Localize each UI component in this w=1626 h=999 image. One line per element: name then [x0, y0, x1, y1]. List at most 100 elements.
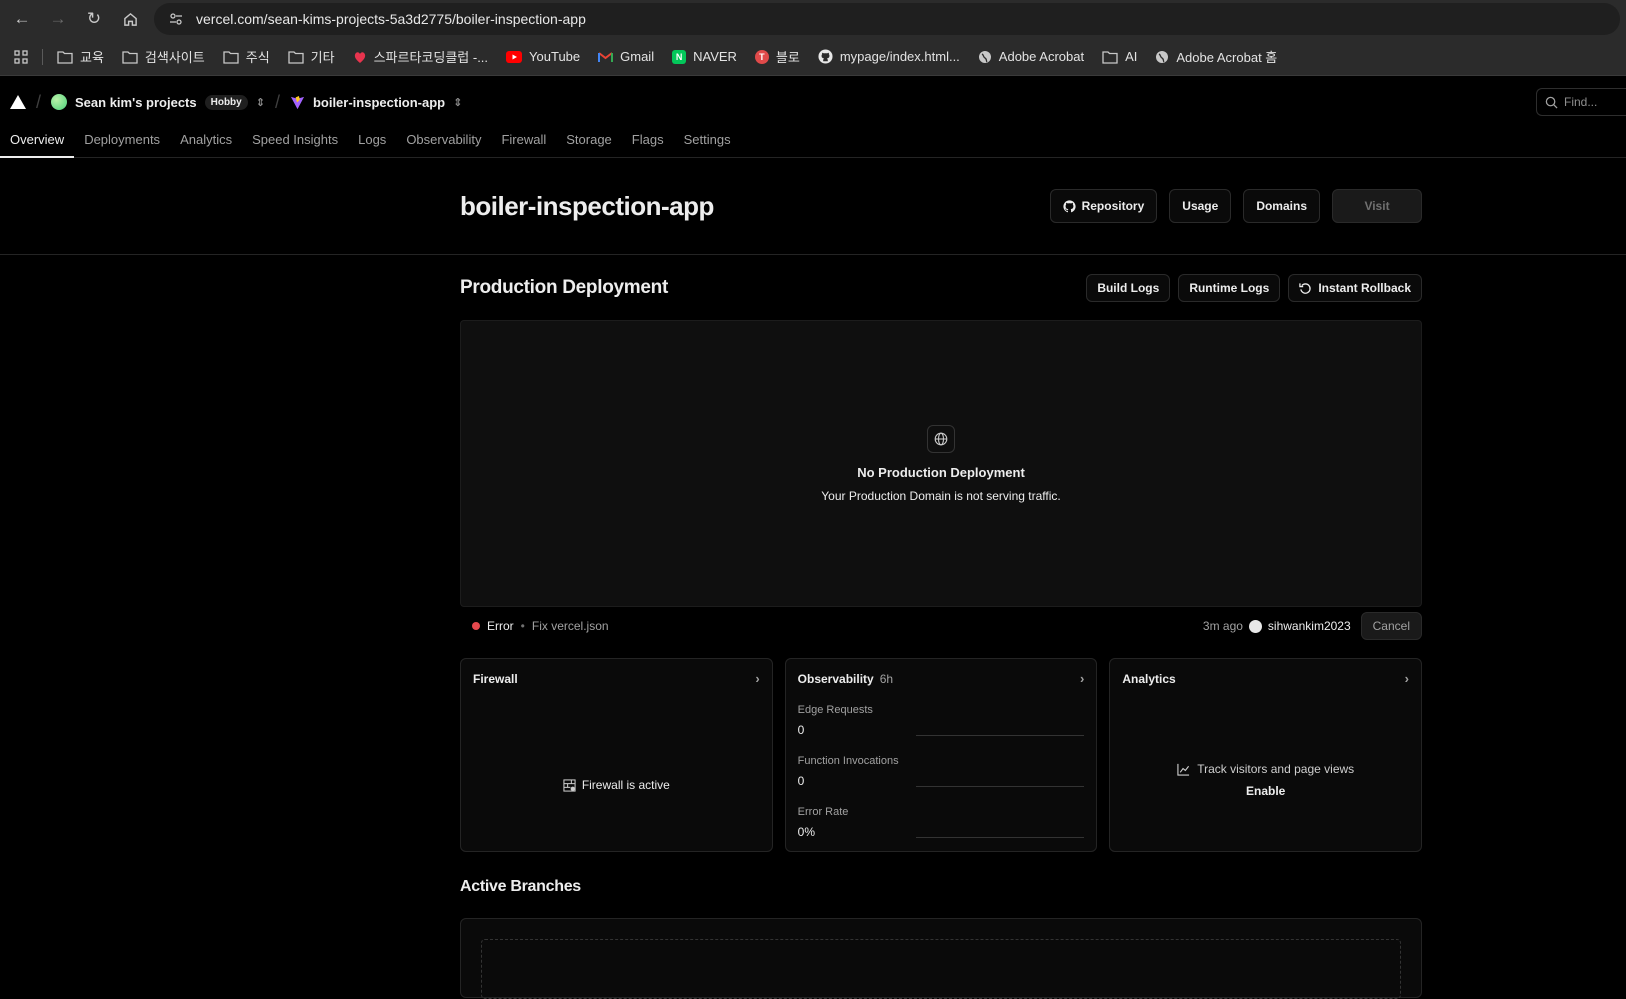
find-placeholder: Find...: [1564, 95, 1598, 109]
bookmark-label: 기타: [310, 50, 335, 65]
bookmark-youtube[interactable]: YouTube: [498, 45, 588, 68]
tab-logs[interactable]: Logs: [348, 132, 396, 157]
card-header: Observability 6h ›: [798, 671, 1085, 686]
bookmark-folder-stocks[interactable]: 주식: [215, 43, 278, 70]
runtime-logs-button[interactable]: Runtime Logs: [1178, 274, 1281, 302]
card-title: Observability: [797, 671, 874, 686]
bookmark-sparta[interactable]: 스파르타코딩클럽 -...: [345, 43, 496, 70]
bookmark-folder-education[interactable]: 교육: [49, 43, 112, 70]
analytics-cta-text: Track visitors and page views: [1197, 762, 1355, 776]
rollback-icon: [1299, 282, 1312, 294]
metric-function-invocations: Function Invocations 0: [798, 748, 1085, 788]
find-input[interactable]: Find...: [1536, 88, 1626, 116]
bookmark-naver[interactable]: N NAVER: [664, 45, 745, 68]
apps-grid-icon[interactable]: [6, 46, 36, 68]
tab-flags[interactable]: Flags: [622, 132, 674, 157]
analytics-card[interactable]: Analytics › Track visitors and page view…: [1109, 658, 1423, 852]
tab-storage[interactable]: Storage: [556, 132, 622, 157]
usage-button[interactable]: Usage: [1169, 189, 1232, 223]
bookmark-adobe-acrobat[interactable]: Adobe Acrobat: [970, 45, 1092, 68]
cancel-button[interactable]: Cancel: [1360, 612, 1422, 640]
vercel-logo-icon[interactable]: [10, 95, 26, 109]
folder-icon: [57, 50, 73, 64]
tab-firewall[interactable]: Firewall: [491, 132, 556, 157]
folder-icon: [1102, 50, 1118, 64]
metric-edge-requests: Edge Requests 0: [798, 697, 1085, 737]
tab-overview[interactable]: Overview: [0, 132, 75, 158]
bookmark-label: NAVER: [693, 49, 737, 64]
home-icon[interactable]: [114, 3, 146, 35]
tab-speed-insights[interactable]: Speed Insights: [242, 132, 348, 157]
instant-rollback-button[interactable]: Instant Rollback: [1288, 274, 1422, 302]
folder-icon: [223, 50, 239, 64]
team-avatar: [51, 94, 68, 110]
metric-label: Error Rate: [797, 806, 849, 818]
project-tabs: Overview Deployments Analytics Speed Ins…: [0, 128, 1626, 158]
blog-icon: T: [754, 49, 769, 64]
card-title: Firewall: [473, 671, 518, 686]
visit-button[interactable]: Visit: [1332, 189, 1422, 223]
url-text[interactable]: vercel.com/sean-kims-projects-5a3d2775/b…: [196, 11, 586, 27]
build-logs-button[interactable]: Build Logs: [1086, 274, 1171, 302]
deployment-preview: No Production Deployment Your Production…: [460, 320, 1422, 607]
folder-icon: [122, 50, 138, 64]
domains-button[interactable]: Domains: [1243, 189, 1320, 223]
bookmarks-bar: 교육 검색사이트 주식 기타 스파르타코딩클럽 -... YouTube Gma…: [0, 38, 1626, 76]
tab-settings[interactable]: Settings: [674, 132, 741, 157]
reload-icon[interactable]: ↻: [78, 3, 110, 35]
bookmark-divider: [42, 48, 43, 65]
bookmark-adobe-acrobat-home[interactable]: Adobe Acrobat 홈: [1147, 43, 1285, 70]
chevron-up-down-icon[interactable]: ⇕: [256, 96, 265, 109]
bookmark-gmail[interactable]: Gmail: [590, 45, 662, 68]
deployment-actions: Build Logs Runtime Logs Instant Rollback: [1086, 274, 1422, 302]
chevron-right-icon[interactable]: ›: [1405, 671, 1409, 686]
team-name: Sean kim's projects: [75, 94, 197, 110]
time-ago: 3m ago: [1202, 619, 1243, 633]
empty-state-subtitle: Your Production Domain is not serving tr…: [821, 488, 1061, 503]
chevron-right-icon[interactable]: ›: [1080, 671, 1084, 686]
folder-icon: [288, 50, 304, 64]
bookmark-folder-etc[interactable]: 기타: [280, 43, 343, 70]
enable-analytics-button[interactable]: Enable: [1246, 784, 1285, 798]
project-switcher[interactable]: boiler-inspection-app ⇕: [290, 95, 462, 110]
bookmark-blog[interactable]: T 블로: [747, 43, 808, 70]
bookmark-folder-ai[interactable]: AI: [1094, 45, 1145, 68]
back-arrow-icon[interactable]: ←: [6, 3, 38, 35]
tab-deployments[interactable]: Deployments: [74, 132, 170, 157]
commit-message[interactable]: Fix vercel.json: [532, 619, 609, 633]
tab-observability[interactable]: Observability: [396, 132, 491, 157]
bookmark-label: AI: [1125, 49, 1138, 64]
repository-button[interactable]: Repository: [1049, 189, 1158, 223]
avatar: [1248, 619, 1262, 633]
metric-sparkline: [915, 786, 1085, 787]
status-text[interactable]: Error: [487, 619, 514, 633]
observability-card[interactable]: Observability 6h › Edge Requests 0 Funct…: [784, 658, 1098, 852]
metric-value: 0: [797, 723, 805, 737]
bookmark-folder-search-sites[interactable]: 검색사이트: [114, 43, 213, 70]
bookmark-label: YouTube: [529, 49, 581, 64]
plan-badge: Hobby: [204, 94, 248, 110]
forward-arrow-icon[interactable]: →: [42, 3, 74, 35]
line-chart-icon: [1177, 763, 1190, 776]
bookmark-label: Adobe Acrobat 홈: [1176, 50, 1278, 65]
globe-icon: [1156, 50, 1169, 63]
bookmark-label: 교육: [80, 50, 104, 65]
address-bar[interactable]: vercel.com/sean-kims-projects-5a3d2775/b…: [154, 3, 1620, 35]
empty-state-title: No Production Deployment: [857, 464, 1025, 480]
username[interactable]: sihwankim2023: [1268, 619, 1351, 633]
bookmark-github-mypage[interactable]: mypage/index.html...: [810, 45, 968, 68]
gmail-icon: [598, 51, 614, 62]
metric-sparkline: [915, 837, 1085, 838]
search-icon: [1545, 96, 1558, 109]
breadcrumb-separator: /: [274, 91, 280, 112]
tab-analytics[interactable]: Analytics: [170, 132, 242, 157]
team-switcher[interactable]: Sean kim's projects Hobby ⇕: [51, 94, 265, 110]
chevron-up-down-icon[interactable]: ⇕: [453, 96, 462, 109]
firewall-card[interactable]: Firewall › Firewall is active: [460, 658, 773, 852]
metric-label: Function Invocations: [797, 755, 899, 767]
bookmark-label: 검색사이트: [144, 50, 205, 65]
firewall-status: Firewall is active: [461, 719, 772, 851]
chevron-right-icon[interactable]: ›: [755, 671, 759, 686]
site-settings-icon[interactable]: [166, 9, 186, 29]
page-title: boiler-inspection-app: [460, 190, 714, 221]
